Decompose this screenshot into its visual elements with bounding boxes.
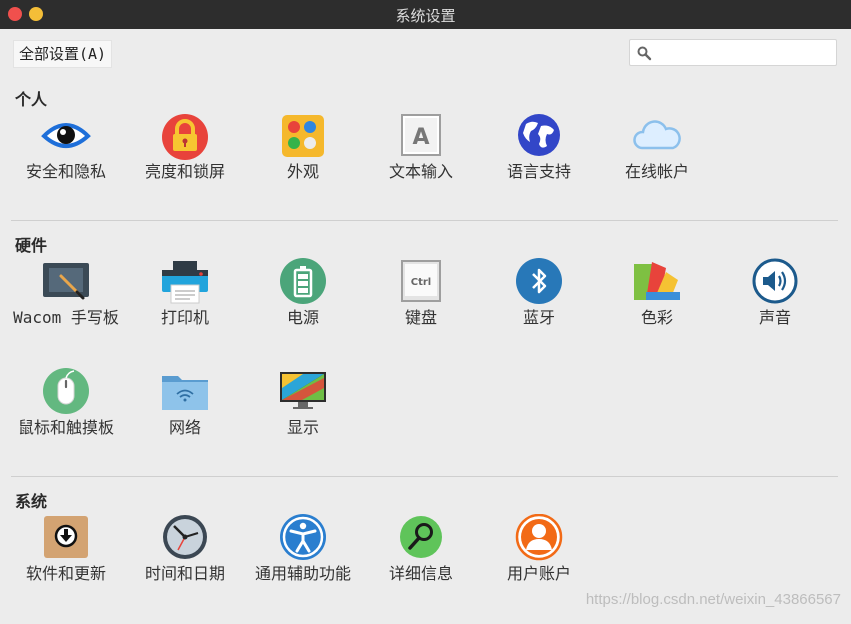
divider	[11, 476, 838, 477]
item-network[interactable]: 网络	[126, 368, 244, 478]
item-accessibility[interactable]: 通用辅助功能	[244, 514, 362, 624]
item-label: 打印机	[160, 308, 209, 327]
section-hardware-title: 硬件	[15, 236, 48, 255]
item-keyboard[interactable]: Ctrl 键盘	[362, 258, 480, 368]
item-user-accounts[interactable]: 用户账户	[480, 514, 598, 624]
item-label: 电源	[286, 308, 319, 327]
watermark: https://blog.csdn.net/weixin_43866567	[585, 591, 841, 608]
item-details[interactable]: 详细信息	[362, 514, 480, 624]
battery-icon	[280, 258, 326, 304]
item-label: 时间和日期	[144, 564, 225, 583]
item-label: 键盘	[404, 308, 437, 327]
text-entry-icon: A	[401, 114, 441, 156]
item-wacom-tablet[interactable]: Wacom 手写板	[7, 258, 125, 368]
color-icon	[634, 262, 680, 300]
item-label: Wacom 手写板	[13, 308, 119, 327]
item-appearance[interactable]: 外观	[244, 112, 362, 222]
window-title: 系统设置	[395, 7, 456, 25]
item-language-support[interactable]: 语言支持	[480, 112, 598, 222]
tablet-icon	[43, 263, 89, 300]
item-label: 通用辅助功能	[254, 564, 351, 583]
item-power[interactable]: 电源	[244, 258, 362, 368]
item-printer[interactable]: 打印机	[126, 258, 244, 368]
title-bar: 系统设置	[0, 0, 851, 29]
item-online-accounts[interactable]: 在线帐户	[598, 112, 716, 222]
keyboard-icon: Ctrl	[401, 260, 441, 302]
item-sound[interactable]: 声音	[716, 258, 834, 368]
printer-icon	[162, 261, 208, 304]
item-label: 在线帐户	[624, 162, 689, 181]
mouse-icon	[43, 368, 89, 414]
item-label: 用户账户	[506, 564, 571, 583]
search-icon	[637, 46, 652, 61]
magnifier-info-icon	[400, 516, 442, 558]
item-display[interactable]: 显示	[244, 368, 362, 478]
item-label: 声音	[758, 308, 791, 327]
item-label: 亮度和锁屏	[144, 162, 225, 181]
section-personal-title: 个人	[15, 90, 48, 109]
user-icon	[515, 514, 563, 561]
clock-icon	[163, 515, 207, 559]
item-label: 详细信息	[388, 564, 453, 583]
item-software-updates[interactable]: 软件和更新	[7, 514, 125, 624]
item-label: 网络	[168, 418, 201, 437]
search-box[interactable]	[629, 39, 837, 66]
lock-icon	[162, 114, 208, 160]
item-text-entry[interactable]: A 文本输入	[362, 112, 480, 222]
item-label: 安全和隐私	[25, 162, 106, 181]
item-label: 外观	[286, 162, 319, 181]
item-color[interactable]: 色彩	[598, 258, 716, 368]
item-label: 蓝牙	[522, 308, 555, 327]
globe-icon	[518, 114, 560, 156]
accessibility-icon	[280, 514, 326, 560]
cloud-icon	[633, 120, 681, 150]
item-label: 文本输入	[388, 162, 453, 181]
section-system-title: 系统	[15, 492, 48, 511]
display-icon	[280, 372, 326, 409]
software-update-icon	[44, 516, 88, 558]
svg-text:A: A	[412, 125, 429, 150]
item-bluetooth[interactable]: 蓝牙	[480, 258, 598, 368]
item-label: 鼠标和触摸板	[17, 418, 114, 437]
item-label: 显示	[286, 418, 319, 437]
divider	[11, 220, 838, 221]
appearance-icon	[282, 115, 324, 157]
eye-icon	[41, 123, 91, 148]
item-label: 语言支持	[506, 162, 571, 181]
item-mouse-touchpad[interactable]: 鼠标和触摸板	[7, 368, 125, 478]
bluetooth-icon	[516, 258, 562, 304]
network-folder-icon	[162, 376, 208, 410]
item-brightness-lock[interactable]: 亮度和锁屏	[126, 112, 244, 222]
search-input[interactable]	[654, 43, 834, 64]
item-label: 软件和更新	[25, 564, 106, 583]
svg-text:Ctrl: Ctrl	[411, 277, 431, 288]
item-label: 色彩	[640, 308, 673, 327]
all-settings-button[interactable]: 全部设置(A)	[13, 40, 113, 68]
item-time-date[interactable]: 时间和日期	[126, 514, 244, 624]
sound-icon	[752, 258, 798, 304]
item-security-privacy[interactable]: 安全和隐私	[7, 112, 125, 222]
